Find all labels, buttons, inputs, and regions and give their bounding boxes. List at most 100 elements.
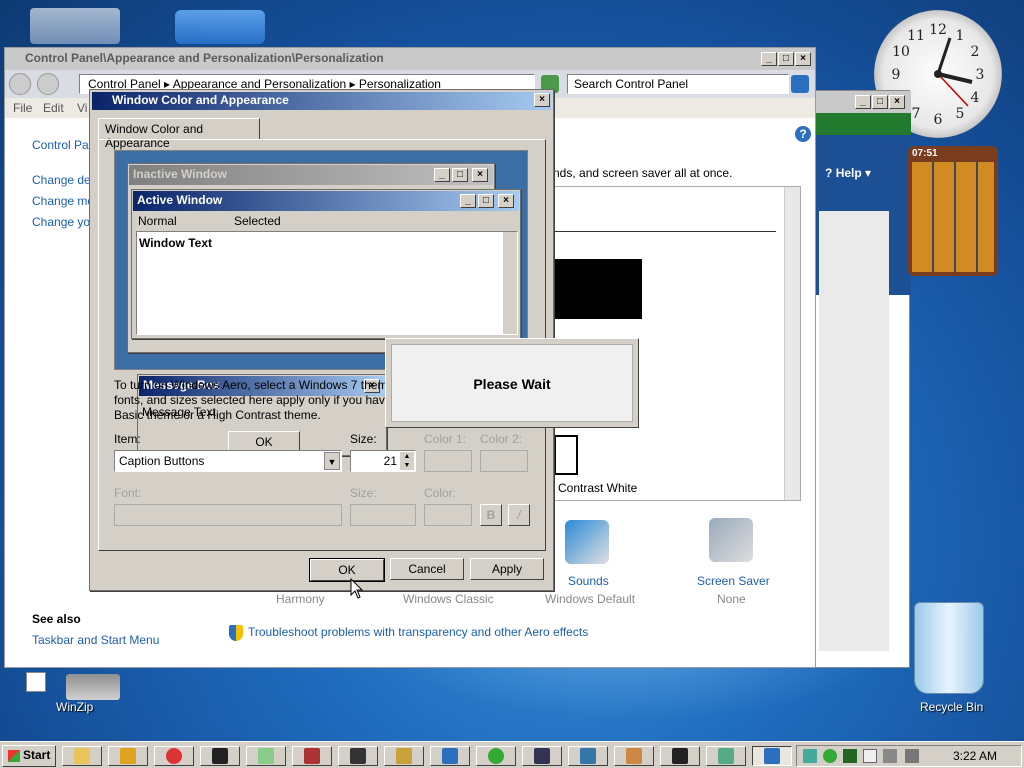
theme-sublabel-harmony: Harmony — [276, 592, 325, 606]
help-window[interactable]: _ □ × ? Help ▾ — [814, 90, 911, 668]
dialog-close-button[interactable]: × — [534, 93, 550, 107]
svg-text:2: 2 — [971, 44, 980, 60]
sidebar-link-desktop-icons[interactable]: Change des — [32, 173, 97, 187]
sounds-icon[interactable] — [565, 520, 609, 564]
taskbar-console-icon[interactable] — [660, 746, 700, 766]
preview-pane: Inactive Window _ □ × Active Window _ □ … — [114, 150, 528, 456]
minimize-button[interactable]: _ — [761, 52, 777, 66]
taskbar-active-window-icon[interactable] — [752, 746, 792, 766]
cancel-button[interactable]: Cancel — [390, 558, 464, 580]
menu-file[interactable]: File — [13, 101, 32, 115]
taskbar-explorer-icon[interactable] — [62, 746, 102, 766]
see-also-heading: See also — [32, 612, 81, 626]
taskbar-7zip-icon[interactable] — [338, 746, 378, 766]
control-panel-titlebar[interactable]: Control Panel\Appearance and Personaliza… — [5, 48, 815, 70]
svg-text:3: 3 — [976, 67, 985, 83]
body-text: nds, and screen saver all at once. — [553, 166, 733, 180]
maximize-button[interactable]: □ — [872, 95, 888, 109]
item-select[interactable]: Caption Buttons ▼ — [114, 450, 342, 472]
tray-display-icon[interactable] — [883, 749, 897, 763]
svg-text:6: 6 — [934, 112, 943, 128]
dialog-titlebar[interactable]: Window Color and Appearance — [92, 92, 551, 110]
size-stepper[interactable]: 21 ▲ ▼ — [350, 450, 416, 472]
back-button[interactable] — [9, 73, 31, 95]
font-size-select — [350, 504, 416, 526]
troubleshoot-link[interactable]: Troubleshoot problems with transparency … — [248, 625, 588, 639]
help-icon: ? — [825, 166, 833, 180]
winzip-label: WinZip — [56, 700, 94, 714]
theme-thumb-high-contrast[interactable] — [554, 259, 642, 319]
taskbar-cmd-icon[interactable] — [200, 746, 240, 766]
system-tray: 3:22 AM — [796, 745, 1022, 767]
taskbar-green-icon[interactable] — [476, 746, 516, 766]
tray-clock[interactable]: 3:22 AM — [953, 749, 997, 763]
desktop-icon-top-left[interactable] — [30, 8, 120, 44]
taskbar-house-icon[interactable] — [568, 746, 608, 766]
ok-button[interactable]: OK — [309, 558, 385, 582]
apply-button[interactable]: Apply — [470, 558, 544, 580]
help-icon[interactable]: ? — [795, 126, 811, 142]
sounds-link[interactable]: Sounds — [568, 574, 609, 588]
tray-chip-icon[interactable] — [843, 749, 857, 763]
taskbar-monitor-icon[interactable] — [522, 746, 562, 766]
tab-window-color[interactable]: Window Color and Appearance — [98, 118, 260, 150]
taskbar-tool-icon[interactable] — [292, 746, 332, 766]
theme-list-scrollbar[interactable] — [784, 187, 800, 500]
close-button[interactable]: × — [889, 95, 905, 109]
search-icon[interactable] — [791, 75, 809, 93]
sidebar-link-account[interactable]: Change you — [32, 215, 97, 229]
taskbar-link[interactable]: Taskbar and Start Menu — [32, 633, 159, 647]
close-button[interactable]: × — [795, 52, 811, 66]
stepper-arrows-icon[interactable]: ▲ ▼ — [400, 452, 414, 470]
window-title: Control Panel\Appearance and Personaliza… — [25, 51, 384, 65]
font-color-select — [424, 504, 472, 526]
svg-text:10: 10 — [892, 44, 910, 60]
forward-button[interactable] — [37, 73, 59, 95]
chevron-down-icon: ▼ — [324, 452, 340, 470]
recycle-bin-icon[interactable] — [914, 602, 984, 694]
maximize-button[interactable]: □ — [778, 52, 794, 66]
mouse-cursor-icon — [350, 578, 364, 599]
taskbar-chrome-icon[interactable] — [154, 746, 194, 766]
windows-logo-icon — [7, 749, 20, 762]
tray-network-icon[interactable] — [803, 749, 817, 763]
taskbar-network-icon[interactable] — [246, 746, 286, 766]
font-size-label: Size: — [350, 486, 377, 500]
svg-text:12: 12 — [929, 22, 947, 38]
tray-volume-icon[interactable] — [905, 749, 919, 763]
svg-text:4: 4 — [971, 90, 980, 106]
desktop-icon-top-mid[interactable] — [175, 10, 265, 44]
screen-saver-icon[interactable] — [709, 518, 753, 562]
taskbar-display-icon[interactable] — [706, 746, 746, 766]
screen-saver-link[interactable]: Screen Saver — [697, 574, 770, 588]
menu-view[interactable]: Vi — [77, 101, 87, 115]
start-button[interactable]: Start — [2, 745, 56, 767]
puzzle-gadget[interactable]: 07:51 — [908, 146, 998, 276]
bold-button: B — [480, 504, 502, 526]
taskbar-settings-icon[interactable] — [614, 746, 654, 766]
svg-text:5: 5 — [956, 106, 965, 122]
taskbar-shield-icon[interactable] — [430, 746, 470, 766]
help-menu[interactable]: ? Help ▾ — [825, 166, 871, 180]
search-input[interactable]: Search Control Panel — [567, 74, 789, 94]
menu-edit[interactable]: Edit — [43, 101, 64, 115]
svg-text:9: 9 — [892, 67, 901, 83]
shortcut-icon[interactable] — [26, 672, 46, 692]
tray-flag-icon[interactable] — [863, 749, 877, 763]
theme-label: Contrast White — [558, 481, 638, 495]
please-wait-popup: Please Wait — [385, 338, 639, 428]
recycle-bin-label: Recycle Bin — [920, 700, 984, 714]
color2-label: Color 2: — [480, 432, 523, 446]
shield-icon — [229, 625, 243, 641]
item-label: Item: — [114, 432, 141, 446]
color1-label: Color 1: — [424, 432, 467, 446]
taskbar-media-icon[interactable] — [108, 746, 148, 766]
svg-text:11: 11 — [907, 28, 925, 44]
taskbar-archive-icon[interactable] — [384, 746, 424, 766]
color1-select — [424, 450, 472, 472]
font-color-label: Color: — [424, 486, 457, 500]
winzip-icon[interactable] — [66, 674, 120, 700]
theme-thumb-white[interactable] — [554, 435, 578, 475]
minimize-button[interactable]: _ — [855, 95, 871, 109]
tray-sync-icon[interactable] — [823, 749, 837, 763]
